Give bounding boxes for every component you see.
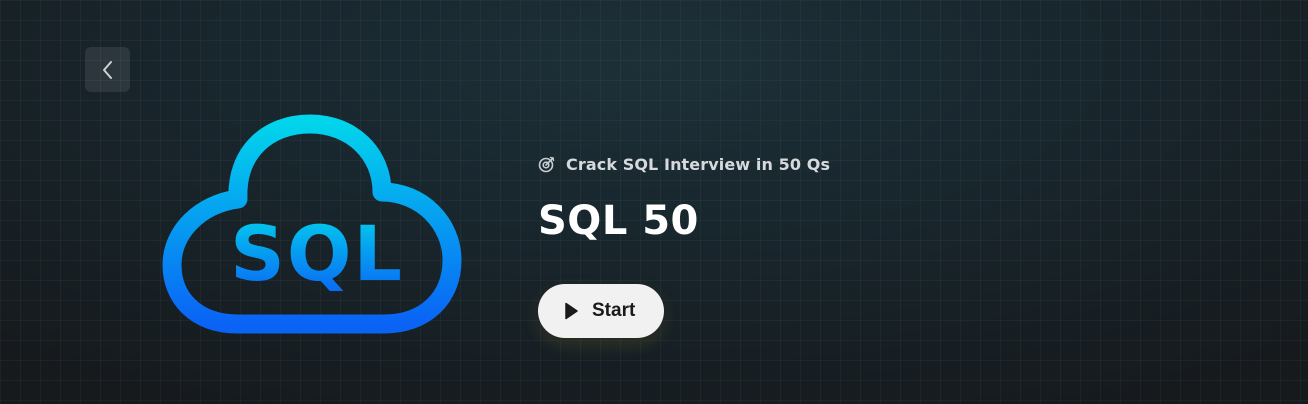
start-button-label: Start xyxy=(592,300,636,321)
study-plan-info: Crack SQL Interview in 50 Qs SQL 50 Star… xyxy=(538,150,830,338)
page-title: SQL 50 xyxy=(538,198,699,244)
start-button[interactable]: Start xyxy=(538,284,664,338)
chevron-left-icon xyxy=(102,60,112,79)
subtitle-text: Crack SQL Interview in 50 Qs xyxy=(566,154,831,174)
play-icon xyxy=(565,302,578,320)
target-icon xyxy=(538,156,555,173)
cloud-icon: SQL xyxy=(162,114,462,334)
subtitle-row: Crack SQL Interview in 50 Qs xyxy=(538,150,830,178)
back-button[interactable] xyxy=(85,47,130,92)
logo-sql-text: SQL xyxy=(230,209,404,298)
sql-cloud-logo: SQL xyxy=(160,112,464,338)
